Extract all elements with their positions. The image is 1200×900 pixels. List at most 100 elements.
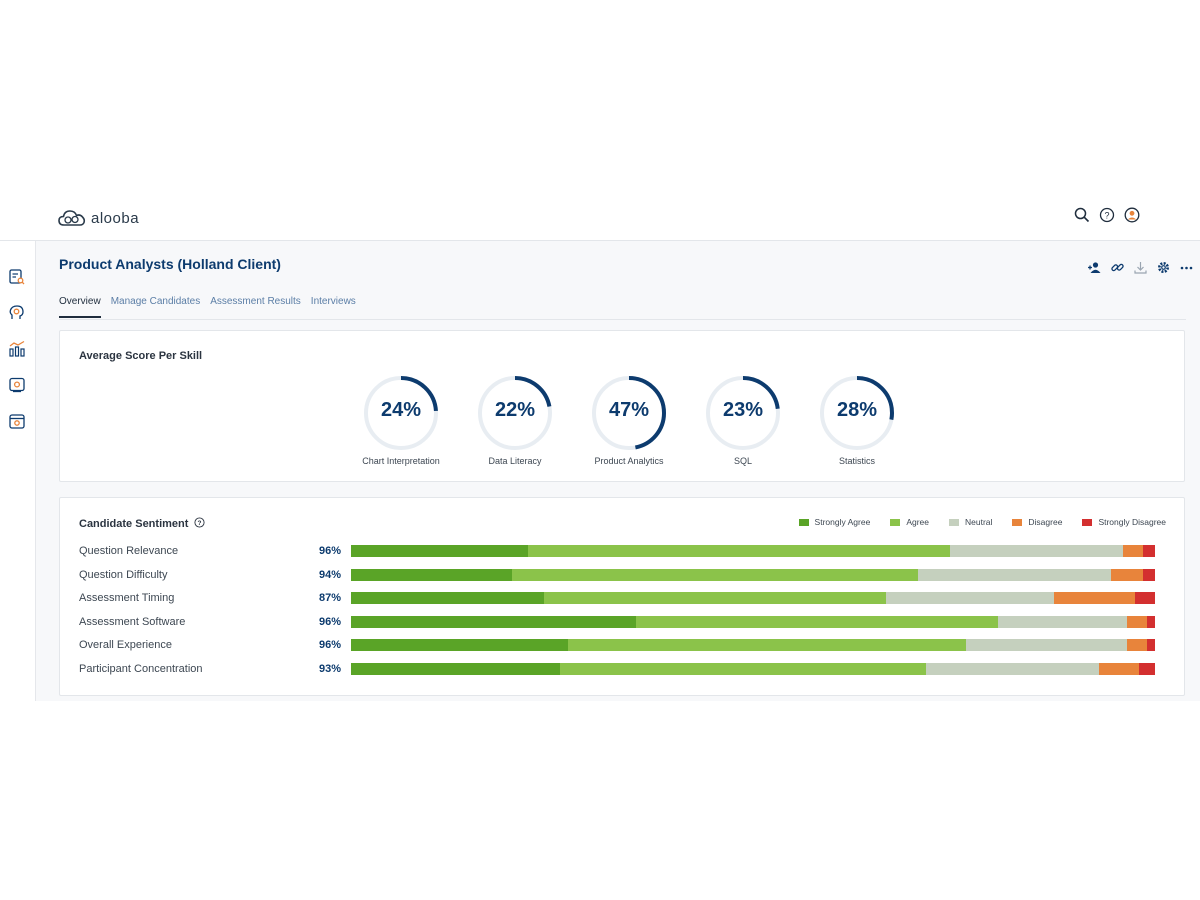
- info-icon[interactable]: ?: [194, 517, 206, 531]
- tab-assessment-results[interactable]: Assessment Results: [210, 293, 301, 319]
- gauge-label: SQL: [733, 456, 752, 466]
- bar-segment-agree: [511, 568, 918, 581]
- sentiment-row-label: Question Difficulty: [79, 568, 168, 581]
- legend-item: Disagree: [1012, 517, 1062, 527]
- analytics-icon[interactable]: [8, 340, 26, 358]
- legend-swatch: [1082, 518, 1093, 526]
- legend-swatch: [949, 518, 959, 526]
- search-icon[interactable]: [1074, 207, 1090, 223]
- sentiment-bar: [351, 592, 1155, 604]
- sentiment-legend: Strongly Agree Agree Neutral Disagree Strong…: [798, 517, 1166, 527]
- sentiment-card-title: Candidate Sentiment ?: [79, 517, 206, 531]
- legend-label: Neutral: [965, 517, 993, 527]
- gauge-label: Data Literacy: [488, 456, 542, 466]
- bar-segment-agree: [560, 662, 926, 675]
- bar-segment-disagree: [1110, 568, 1143, 581]
- app-shell: Product Analysts (Holland Client) Overvi…: [0, 241, 1200, 701]
- sentiment-row-rate: 87%: [318, 592, 341, 604]
- skill-gauges: 24% Chart Interpretation 22% Data Literacy 4…: [344, 373, 914, 466]
- top-bar: alooba ?: [0, 198, 1200, 241]
- more-icon[interactable]: [1179, 260, 1194, 275]
- user-icon[interactable]: [1124, 207, 1140, 223]
- sidebar: [0, 241, 36, 701]
- gauge-value: 23%: [722, 399, 764, 421]
- tab-overview[interactable]: Overview: [59, 293, 101, 318]
- tab-manage-candidates[interactable]: Manage Candidates: [111, 293, 201, 319]
- tab-bar: Overview Manage Candidates Assessment Re…: [59, 293, 1186, 320]
- page-title: Product Analysts (Holland Client): [59, 256, 281, 272]
- gauge-label: Chart Interpretation: [362, 456, 440, 466]
- sentiment-row-rate: 96%: [318, 639, 341, 651]
- legend-item: Strongly Agree: [798, 517, 871, 527]
- legend-item: Strongly Disagree: [1082, 517, 1166, 527]
- sentiment-row-rate: 93%: [318, 662, 341, 675]
- sentiment-row-label: Participant Concentration: [79, 662, 203, 675]
- bar-segment-neutral: [925, 662, 1099, 675]
- bar-segment-disagree: [1054, 592, 1135, 604]
- skills-card-title: Average Score Per Skill: [79, 350, 203, 362]
- help-icon[interactable]: ?: [1099, 207, 1115, 223]
- bar-segment-strongly-disagree: [1142, 545, 1155, 557]
- sentiment-bar: [351, 662, 1155, 675]
- legend-label: Strongly Agree: [814, 517, 871, 527]
- cloud-logo-icon: [58, 210, 86, 226]
- bar-segment-agree: [568, 639, 967, 651]
- bar-segment-neutral: [949, 545, 1123, 557]
- add-user-icon[interactable]: [1087, 260, 1102, 275]
- skill-gauge: 23% SQL: [686, 373, 800, 466]
- bar-segment-agree: [543, 592, 886, 604]
- gauge-label: Statistics: [838, 456, 875, 466]
- legend-label: Agree: [906, 517, 929, 527]
- logo-text: alooba: [91, 209, 140, 227]
- legend-item: Agree: [890, 517, 929, 527]
- sentiment-row-label: Assessment Timing: [79, 592, 175, 604]
- bar-segment-strongly-agree: [351, 568, 512, 581]
- tab-interviews[interactable]: Interviews: [311, 293, 356, 319]
- brain-icon[interactable]: [8, 304, 26, 322]
- bar-segment-agree: [527, 545, 950, 557]
- svg-text:?: ?: [198, 520, 202, 527]
- bar-segment-strongly-agree: [351, 662, 561, 675]
- sentiment-bar: [351, 615, 1155, 628]
- bar-segment-strongly-disagree: [1142, 568, 1155, 581]
- settings-icon[interactable]: [1156, 260, 1171, 275]
- legend-item: Neutral: [949, 517, 992, 527]
- skill-gauge: 22% Data Literacy: [458, 373, 572, 466]
- download-icon[interactable]: [1133, 260, 1148, 275]
- sentiment-bar: [351, 545, 1155, 557]
- sentiment-title-text: Candidate Sentiment: [79, 517, 189, 530]
- calendar-icon[interactable]: [8, 412, 26, 430]
- bar-segment-strongly-disagree: [1134, 592, 1155, 604]
- legend-label: Disagree: [1028, 517, 1063, 527]
- bar-segment-strongly-disagree: [1138, 662, 1155, 675]
- assessment-icon[interactable]: [8, 376, 26, 394]
- bar-segment-strongly-disagree: [1146, 639, 1155, 651]
- skill-gauge: 47% Product Analytics: [572, 373, 686, 466]
- gauge-value: 24%: [380, 399, 422, 421]
- sentiment-row-label: Overall Experience: [79, 639, 172, 651]
- logo[interactable]: alooba: [58, 208, 139, 228]
- sentiment-row-rate: 96%: [318, 545, 341, 557]
- gauge-label: Product Analytics: [594, 456, 664, 466]
- bar-segment-neutral: [885, 592, 1055, 604]
- gauge-value: 28%: [836, 399, 878, 421]
- bar-segment-disagree: [1126, 615, 1147, 628]
- skill-gauge: 24% Chart Interpretation: [344, 373, 458, 466]
- main-content: Product Analysts (Holland Client) Overvi…: [59, 241, 1194, 701]
- sentiment-bar: [351, 568, 1155, 581]
- legend-swatch: [890, 518, 901, 526]
- sentiment-row-rate: 96%: [318, 615, 341, 628]
- bar-segment-strongly-disagree: [1146, 615, 1155, 628]
- bar-segment-neutral: [966, 639, 1127, 651]
- gauge-value: 47%: [608, 399, 650, 421]
- legend-swatch: [798, 518, 809, 526]
- bar-segment-neutral: [917, 568, 1111, 581]
- bar-segment-disagree: [1122, 545, 1143, 557]
- link-icon[interactable]: [1110, 260, 1125, 275]
- sentiment-row-label: Question Relevance: [79, 545, 179, 557]
- bar-segment-disagree: [1098, 662, 1139, 675]
- bar-segment-strongly-agree: [351, 639, 569, 651]
- gauge-value: 22%: [494, 399, 536, 421]
- candidates-search-icon[interactable]: [8, 268, 26, 286]
- legend-label: Strongly Disagree: [1098, 517, 1166, 527]
